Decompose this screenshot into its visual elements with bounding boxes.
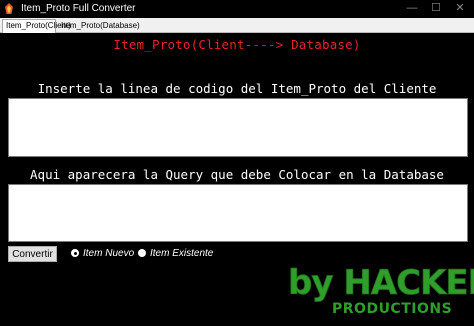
output-label: Aqui aparecera la Query que debe Colocar… xyxy=(30,167,444,182)
app-window: Item_Proto Full Converter — ☐ ✕ Item_Pro… xyxy=(0,0,474,326)
converter-heading: Item_Proto(Client----> Database) xyxy=(113,37,361,52)
tab-item-proto-client[interactable]: Item_Proto(Client) xyxy=(2,19,71,33)
minimize-button[interactable]: — xyxy=(401,0,423,18)
maximize-button[interactable]: ☐ xyxy=(425,0,447,18)
title-bar[interactable]: Item_Proto Full Converter — ☐ ✕ xyxy=(0,0,474,18)
app-icon xyxy=(5,3,13,14)
radio-unselected-icon[interactable] xyxy=(138,249,146,257)
close-button[interactable]: ✕ xyxy=(449,0,471,18)
radio-item-existente-label[interactable]: Item Existente xyxy=(150,248,213,259)
radio-item-nuevo-label[interactable]: Item Nuevo xyxy=(83,248,134,259)
svg-text:PRODUCTIONS: PRODUCTIONS xyxy=(332,301,452,317)
tab-strip: Item_Proto(Client) Item_Proto(Database) xyxy=(0,18,474,33)
tab-item-proto-database[interactable]: Item_Proto(Database) xyxy=(58,20,140,32)
input-label: Inserte la linea de codigo del Item_Prot… xyxy=(37,81,437,96)
query-output[interactable] xyxy=(8,184,468,242)
convert-button[interactable]: Convertir xyxy=(8,246,57,262)
window-title: Item_Proto Full Converter xyxy=(21,3,136,14)
radio-item-existente[interactable]: Item Existente xyxy=(138,248,216,260)
svg-text:by HACKER: by HACKER xyxy=(288,263,474,303)
radio-selected-icon[interactable] xyxy=(71,249,79,257)
client-code-input[interactable] xyxy=(8,98,468,157)
hacker-productions-logo: by HACKER PRODUCTIONS xyxy=(288,263,474,317)
radio-item-nuevo[interactable]: Item Nuevo xyxy=(71,248,135,260)
